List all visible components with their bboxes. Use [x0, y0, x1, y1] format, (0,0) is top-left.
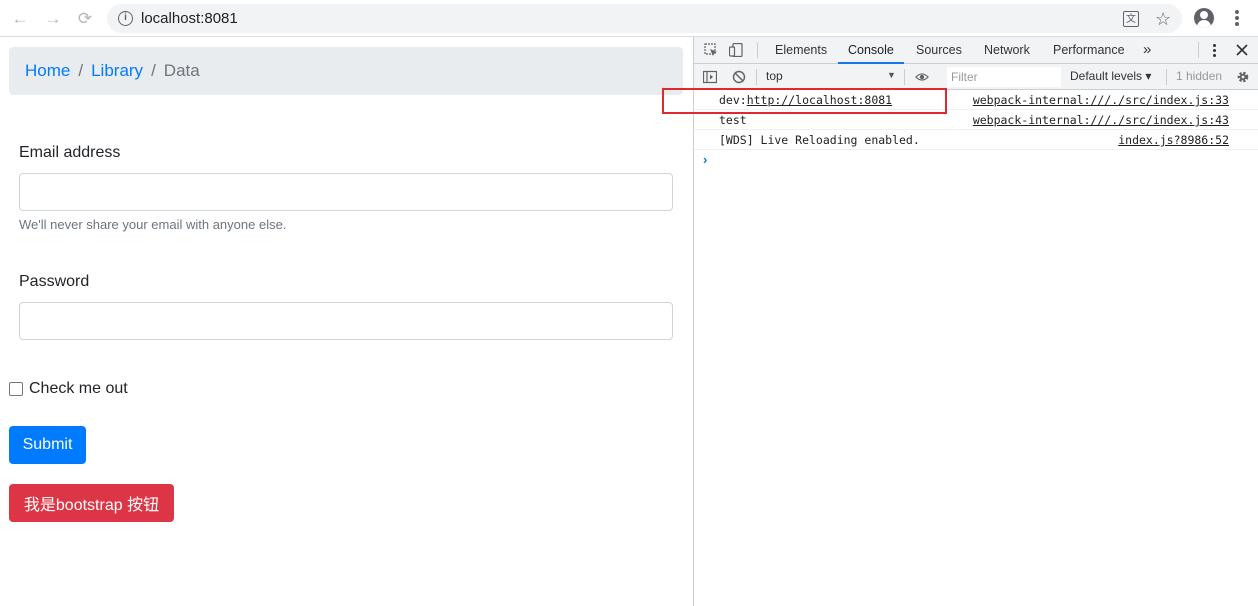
devtools-panel: Elements Console Sources Network Perform… — [693, 37, 1258, 606]
profile-avatar-icon[interactable] — [1194, 8, 1214, 28]
browser-toolbar: ← → ⟳ i localhost:8081 文 ☆ — [0, 0, 1258, 37]
divider — [1166, 69, 1167, 85]
console-prompt-icon[interactable]: › — [703, 152, 707, 167]
console-message: [WDS] Live Reloading enabled. index.js?8… — [694, 130, 1258, 150]
context-select[interactable]: top — [766, 69, 783, 83]
check-me-out-row[interactable]: Check me out — [9, 380, 128, 398]
breadcrumb-separator: / — [78, 61, 84, 80]
console-toolbar: top ▼ Filter Default levels ▾ 1 hidden — [694, 64, 1258, 90]
submit-button[interactable]: Submit — [9, 426, 86, 464]
address-bar[interactable]: i localhost:8081 文 ☆ — [107, 4, 1182, 33]
console-source-link[interactable]: webpack-internal:///./src/index.js:33 — [973, 90, 1229, 110]
breadcrumb-library-link[interactable]: Library — [91, 61, 143, 81]
breadcrumb-active-item: Data — [163, 61, 200, 80]
console-source-link[interactable]: index.js?8986:52 — [1118, 130, 1229, 150]
address-url[interactable]: localhost:8081 — [141, 10, 238, 27]
console-message-text: [WDS] Live Reloading enabled. — [719, 133, 920, 147]
live-expression-eye-icon[interactable] — [915, 70, 929, 84]
divider — [904, 69, 905, 85]
breadcrumb-home-link[interactable]: Home — [25, 61, 70, 81]
inspect-element-icon[interactable] — [704, 43, 718, 57]
context-dropdown-arrow-icon[interactable]: ▼ — [887, 70, 896, 80]
check-me-out-checkbox[interactable] — [9, 382, 23, 396]
sidebar-toggle-icon[interactable] — [703, 70, 717, 84]
log-levels-dropdown[interactable]: Default levels ▾ — [1070, 69, 1151, 83]
console-source-link[interactable]: webpack-internal:///./src/index.js:43 — [973, 110, 1229, 130]
breadcrumb-separator: / — [151, 61, 156, 80]
translate-icon[interactable]: 文 — [1123, 11, 1139, 27]
devtools-tabbar: Elements Console Sources Network Perform… — [694, 37, 1258, 64]
page-content: Home / Library / Data Email address We'l… — [0, 37, 693, 606]
devtools-menu-icon[interactable] — [1208, 43, 1222, 57]
divider — [1198, 42, 1199, 58]
browser-menu-icon[interactable] — [1229, 9, 1245, 27]
clear-console-icon[interactable] — [732, 70, 746, 84]
tab-network[interactable]: Network — [984, 37, 1030, 64]
tab-elements[interactable]: Elements — [775, 37, 827, 64]
device-toolbar-icon[interactable] — [729, 43, 743, 57]
more-tabs-icon[interactable]: » — [1143, 37, 1151, 64]
breadcrumb: Home / Library / Data — [9, 47, 683, 95]
tab-sources[interactable]: Sources — [916, 37, 962, 64]
bookmark-star-icon[interactable]: ☆ — [1155, 10, 1171, 28]
back-icon[interactable]: ← — [9, 8, 31, 30]
password-field[interactable] — [19, 302, 673, 340]
forward-icon[interactable]: → — [42, 8, 64, 30]
hidden-messages-count: 1 hidden — [1176, 69, 1223, 83]
bootstrap-danger-button[interactable]: 我是bootstrap 按钮 — [9, 484, 174, 522]
email-help-text: We'll never share your email with anyone… — [19, 217, 287, 232]
tab-performance[interactable]: Performance — [1053, 37, 1125, 64]
console-filter-input[interactable]: Filter — [947, 67, 1061, 87]
close-icon[interactable] — [1235, 43, 1249, 57]
checkbox-label[interactable]: Check me out — [29, 380, 128, 398]
console-settings-gear-icon[interactable] — [1236, 70, 1250, 84]
tab-console[interactable]: Console — [838, 37, 904, 64]
divider — [756, 69, 757, 85]
email-label: Email address — [19, 144, 121, 161]
annotation-highlight-box — [662, 88, 947, 114]
password-label: Password — [19, 273, 90, 290]
info-icon[interactable]: i — [118, 11, 133, 26]
reload-icon[interactable]: ⟳ — [74, 8, 96, 30]
divider — [757, 42, 758, 58]
email-field[interactable] — [19, 173, 673, 211]
